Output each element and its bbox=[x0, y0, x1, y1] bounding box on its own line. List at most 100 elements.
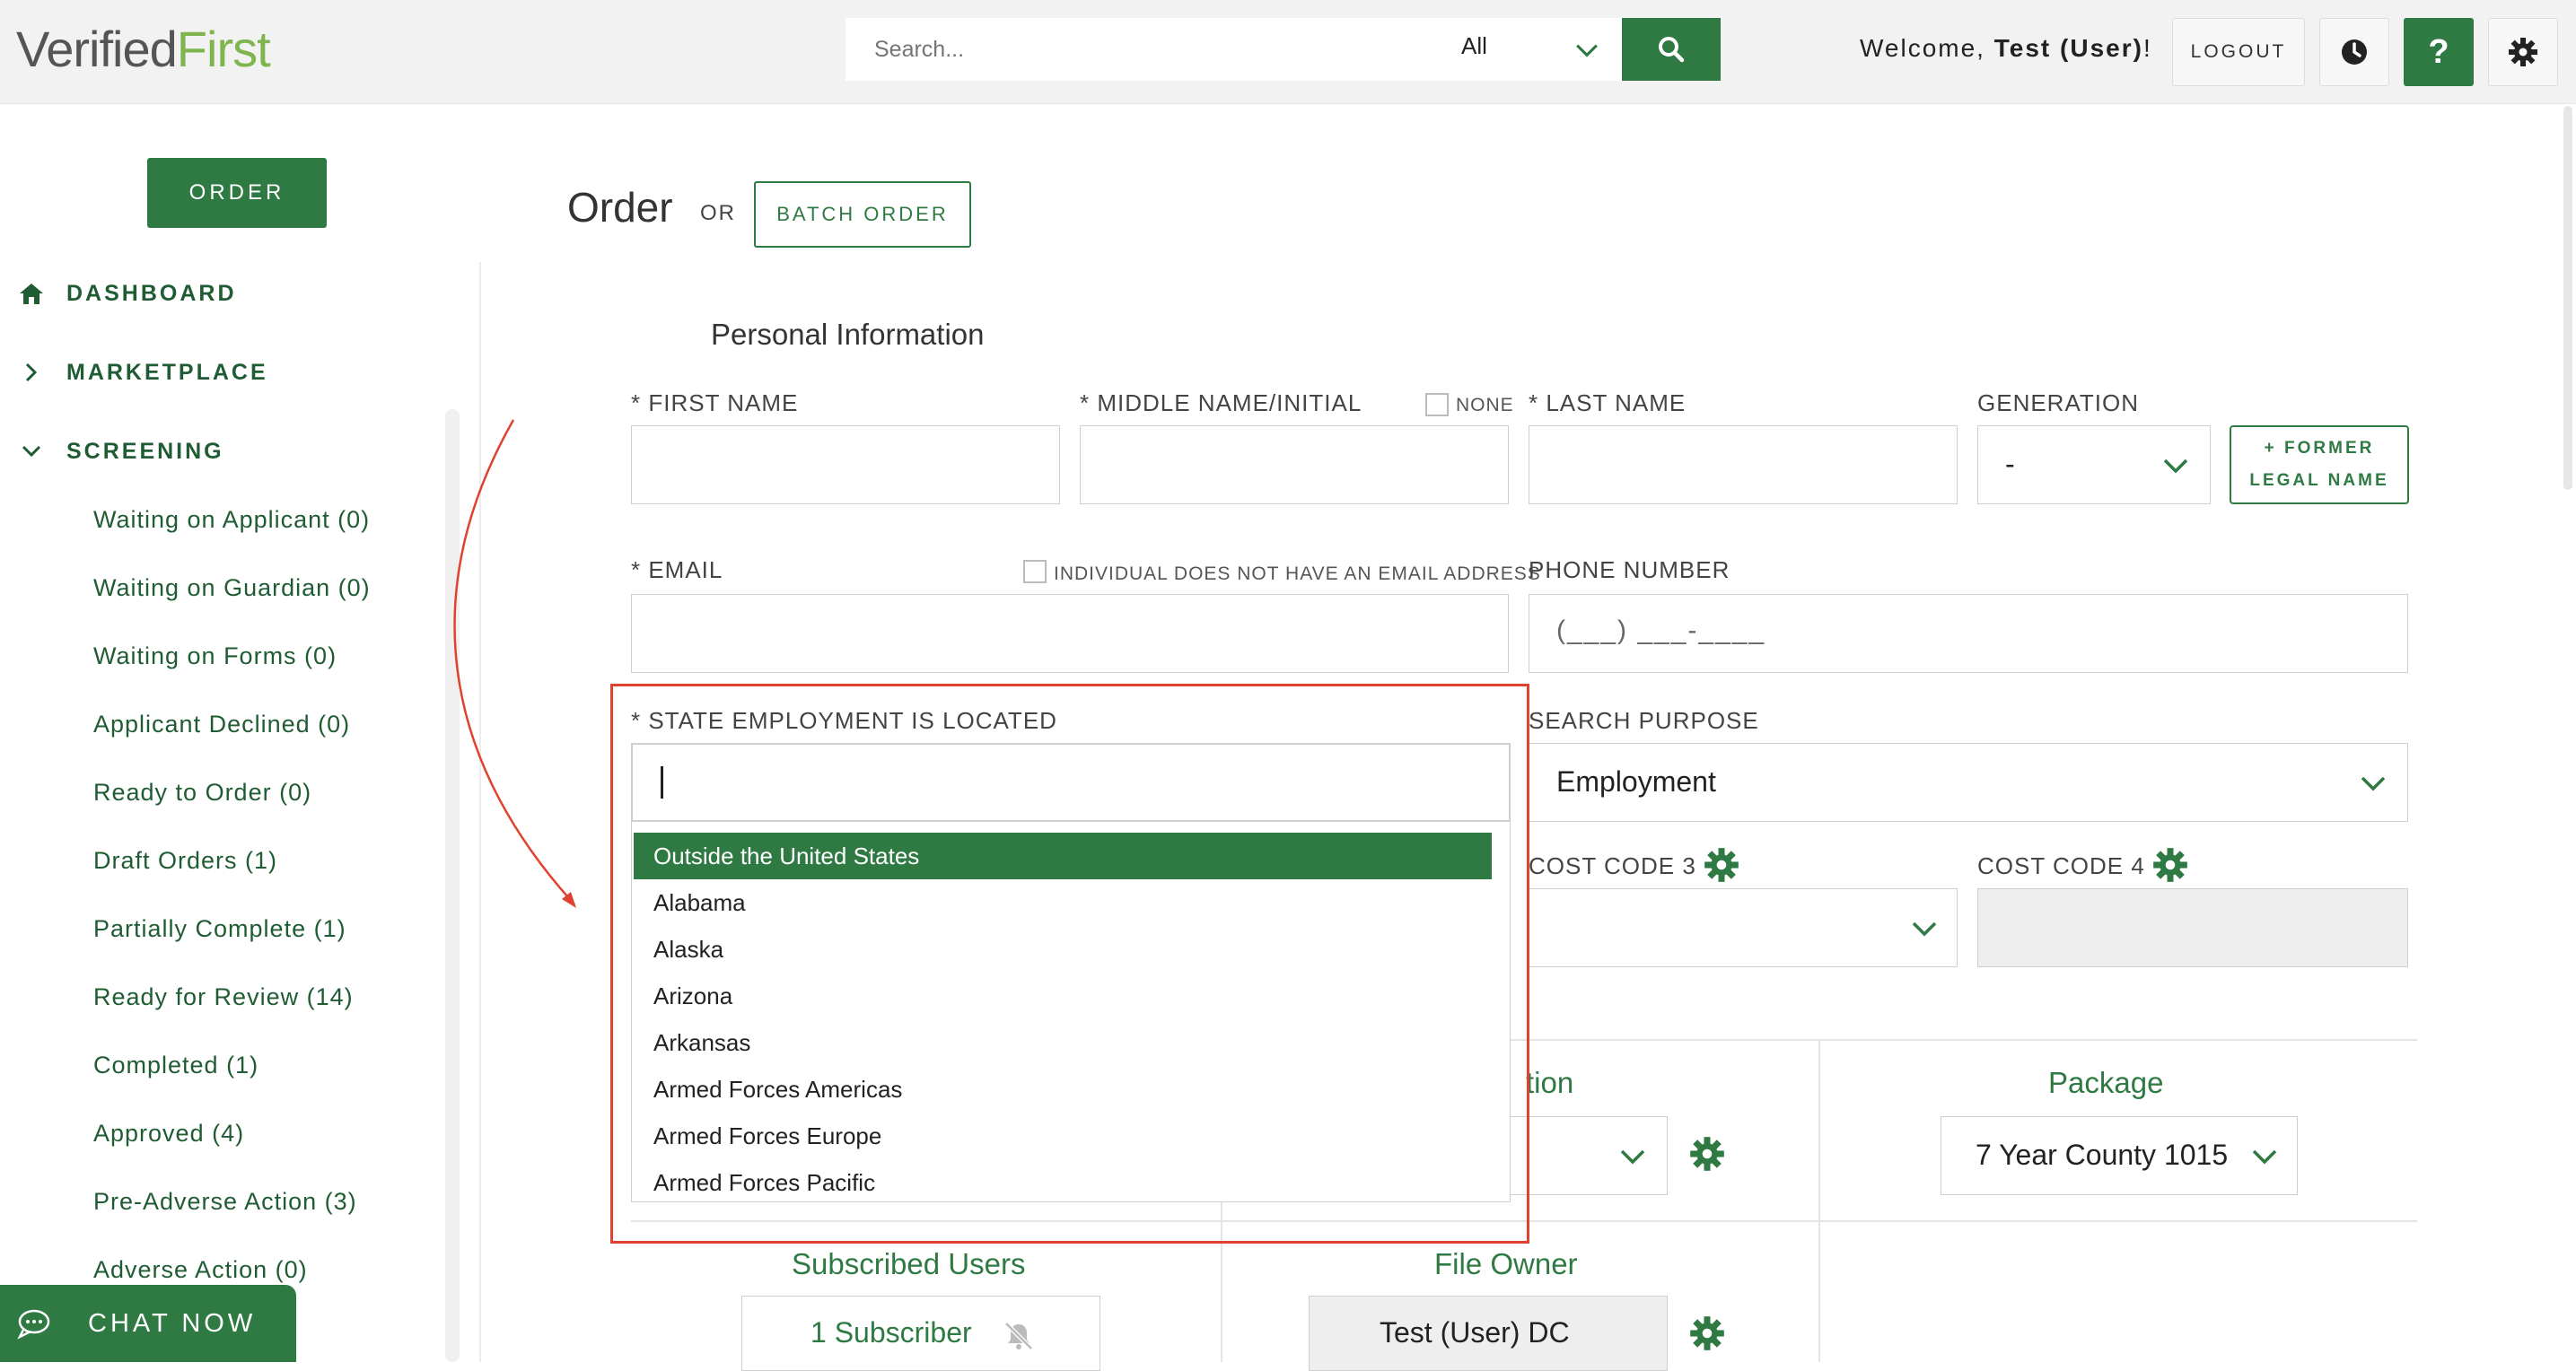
or-label: OR bbox=[700, 201, 736, 225]
sidebar-item-ready-to-order[interactable]: Ready to Order (0) bbox=[93, 779, 311, 807]
nav-dashboard-label: DASHBOARD bbox=[66, 280, 237, 306]
sidebar-item-applicant-declined[interactable]: Applicant Declined (0) bbox=[93, 711, 350, 738]
cost-code-3-label: COST CODE 3 bbox=[1529, 852, 1696, 879]
first-name-input[interactable] bbox=[631, 425, 1060, 504]
former-legal-name-button[interactable]: + FORMER LEGAL NAME bbox=[2230, 425, 2409, 504]
batch-order-button[interactable]: BATCH ORDER bbox=[754, 181, 971, 248]
former-legal-line1: + FORMER bbox=[2264, 439, 2375, 458]
chevron-down-icon bbox=[22, 445, 41, 458]
gear-icon[interactable] bbox=[1704, 847, 1739, 883]
sidebar-item-waiting-forms[interactable]: Waiting on Forms (0) bbox=[93, 642, 337, 670]
generation-select[interactable]: - bbox=[1977, 425, 2211, 504]
settings-button[interactable] bbox=[2488, 18, 2558, 86]
search-button[interactable] bbox=[1622, 18, 1721, 81]
cost-code-4-input bbox=[1977, 888, 2408, 967]
former-legal-line2: LEGAL NAME bbox=[2249, 471, 2389, 490]
chevron-down-icon bbox=[1912, 921, 1937, 937]
nav-marketplace-label: MARKETPLACE bbox=[66, 359, 268, 385]
sidebar-item-partially-complete[interactable]: Partially Complete (1) bbox=[93, 915, 346, 943]
sidebar-item-waiting-guardian[interactable]: Waiting on Guardian (0) bbox=[93, 574, 371, 602]
last-name-label: * LAST NAME bbox=[1529, 389, 1687, 416]
location-title: tion bbox=[1526, 1066, 1574, 1099]
sidebar-item-completed[interactable]: Completed (1) bbox=[93, 1052, 258, 1079]
chevron-down-icon bbox=[2361, 776, 2386, 791]
help-button[interactable]: ? bbox=[2404, 18, 2474, 86]
middle-none-label: NONE bbox=[1456, 395, 1514, 415]
home-icon bbox=[20, 284, 43, 304]
chevron-down-icon bbox=[2252, 1149, 2277, 1165]
chevron-down-icon[interactable] bbox=[1571, 34, 1603, 66]
file-owner-field: Test (User) DC bbox=[1309, 1296, 1668, 1371]
chat-now-label: CHAT NOW bbox=[88, 1308, 257, 1338]
subscribed-users-title: Subscribed Users bbox=[792, 1247, 1026, 1280]
welcome-message: Welcome, Test (User)! bbox=[1860, 34, 2152, 63]
grid-divider bbox=[1818, 1039, 1820, 1362]
chat-icon bbox=[17, 1309, 50, 1340]
search-input[interactable] bbox=[846, 18, 1402, 81]
sidebar-item-waiting-applicant[interactable]: Waiting on Applicant (0) bbox=[93, 506, 370, 534]
subscriber-value: 1 Subscriber bbox=[810, 1316, 972, 1349]
phone-mask: (___) ___-____ bbox=[1556, 616, 1766, 645]
chevron-down-icon bbox=[2163, 458, 2188, 474]
page-title: Order bbox=[567, 184, 673, 231]
phone-label: PHONE NUMBER bbox=[1529, 556, 1730, 583]
sidebar-item-ready-for-review[interactable]: Ready for Review (14) bbox=[93, 983, 354, 1011]
no-email-checkbox[interactable] bbox=[1023, 560, 1047, 583]
no-email-label: INDIVIDUAL DOES NOT HAVE AN EMAIL ADDRES… bbox=[1054, 563, 1541, 584]
email-label: * EMAIL bbox=[631, 556, 723, 583]
cost-code-4-label: COST CODE 4 bbox=[1977, 852, 2145, 879]
chevron-down-icon bbox=[1620, 1149, 1645, 1165]
gear-icon[interactable] bbox=[1689, 1136, 1725, 1172]
top-header: VerifiedFirst All Welcome, Test (User)! … bbox=[0, 0, 2576, 104]
first-name-label: * FIRST NAME bbox=[631, 389, 799, 416]
nav-marketplace[interactable]: MARKETPLACE bbox=[18, 359, 268, 386]
logo-verified-text: Verified bbox=[16, 21, 178, 77]
generation-label: GENERATION bbox=[1977, 389, 2139, 416]
search-purpose-label: SEARCH PURPOSE bbox=[1529, 707, 1759, 734]
last-name-input[interactable] bbox=[1529, 425, 1958, 504]
chat-now-button[interactable]: CHAT NOW bbox=[0, 1285, 296, 1362]
logo[interactable]: VerifiedFirst bbox=[16, 20, 271, 78]
help-icon: ? bbox=[2428, 32, 2449, 71]
package-title: Package bbox=[2048, 1066, 2164, 1099]
search-purpose-select[interactable]: Employment bbox=[1529, 743, 2408, 822]
file-owner-title: File Owner bbox=[1434, 1247, 1578, 1280]
generation-value: - bbox=[2005, 448, 2015, 480]
history-icon bbox=[2342, 39, 2367, 65]
search-purpose-value: Employment bbox=[1556, 765, 1716, 798]
search-scope-select[interactable]: All bbox=[1461, 32, 1487, 60]
sidebar-item-pre-adverse[interactable]: Pre-Adverse Action (3) bbox=[93, 1188, 357, 1216]
gear-icon[interactable] bbox=[2152, 847, 2188, 883]
order-button[interactable]: ORDER bbox=[147, 158, 327, 228]
logout-button[interactable]: LOGOUT bbox=[2172, 18, 2305, 86]
sidebar-item-draft-orders[interactable]: Draft Orders (1) bbox=[93, 847, 277, 875]
middle-name-input[interactable] bbox=[1080, 425, 1509, 504]
middle-name-label: * MIDDLE NAME/INITIAL bbox=[1080, 389, 1362, 416]
section-title-personal: Personal Information bbox=[711, 318, 985, 351]
search-icon bbox=[1659, 37, 1685, 63]
chevron-right-icon bbox=[25, 362, 38, 382]
email-input[interactable] bbox=[631, 594, 1509, 673]
file-owner-value: Test (User) DC bbox=[1380, 1316, 1570, 1349]
middle-none-checkbox[interactable] bbox=[1425, 393, 1449, 416]
subscriber-button[interactable]: 1 Subscriber bbox=[741, 1296, 1100, 1371]
sidebar-item-approved[interactable]: Approved (4) bbox=[93, 1120, 244, 1148]
logo-first-text: First bbox=[176, 21, 271, 77]
bell-off-icon bbox=[1004, 1322, 1033, 1350]
welcome-user: Test (User) bbox=[1993, 34, 2143, 62]
annotation-arrow bbox=[453, 419, 576, 908]
page-scrollbar[interactable] bbox=[2563, 106, 2572, 490]
search-box bbox=[846, 18, 1623, 81]
welcome-prefix: Welcome, bbox=[1860, 34, 1994, 62]
history-button[interactable] bbox=[2319, 18, 2389, 86]
annotation-highlight-box bbox=[610, 684, 1529, 1244]
nav-screening-label: SCREENING bbox=[66, 438, 224, 464]
nav-dashboard[interactable]: DASHBOARD bbox=[18, 280, 237, 307]
cost-code-3-select[interactable] bbox=[1529, 888, 1958, 967]
package-value: 7 Year County 1015 bbox=[1976, 1139, 2229, 1171]
package-select[interactable]: 7 Year County 1015 bbox=[1941, 1116, 2298, 1195]
gear-icon bbox=[2509, 38, 2537, 66]
sidebar-item-adverse[interactable]: Adverse Action (0) bbox=[93, 1256, 308, 1284]
gear-icon[interactable] bbox=[1689, 1315, 1725, 1351]
nav-screening[interactable]: SCREENING bbox=[18, 438, 224, 465]
